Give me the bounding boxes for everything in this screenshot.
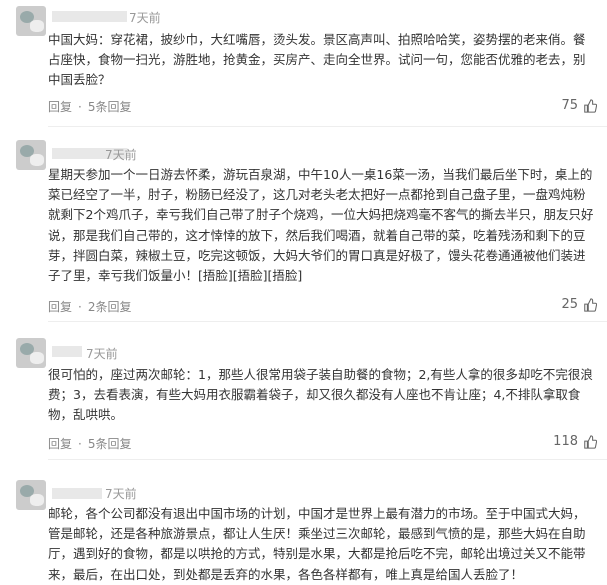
divider [48, 126, 607, 127]
avatar[interactable] [16, 140, 46, 170]
comment-text-line: 中国大妈：穿花裙，披纱巾，大红嘴唇，烫头发。景区高声叫、拍照哈哈笑，姿势摆的老来… [48, 32, 586, 47]
thumbs-up-icon [584, 98, 597, 113]
comment-text-line: 星期天参加一个一日游去怀柔，游玩百泉湖，中午10人一桌16菜一汤，当我们最后坐下… [48, 167, 593, 182]
comment-text: 很可怕的，座过两次邮轮：1，那些人很常用袋子装自助餐的食物；2,有些人拿的很多却… [48, 365, 607, 426]
comment-item: 7天前 星期天参加一个一日游去怀柔，游玩百泉湖，中午10人一桌16菜一汤，当我们… [0, 128, 607, 322]
comment-text-line: 厅，遇到好的食物，都是以哄抢的方式，特别是水果，大都是抢后吃不完，邮轮出境过关又… [48, 546, 586, 562]
comment-text-line: 邮轮，各个公司都没有退出中国市场的计划，中国才是世界上最有潜力的市场。至于中国式… [48, 506, 586, 521]
avatar[interactable] [16, 338, 46, 368]
comment-text-line: 费；3，去看表演，有些大妈用衣服霸着袋子，却又很久都没有人座也不肯让座；4,不排… [48, 387, 581, 403]
comment-time: 7天前 [105, 148, 137, 162]
avatar[interactable] [16, 6, 46, 36]
username-blurred[interactable] [52, 346, 82, 357]
comment-item: 7天前 很可怕的，座过两次邮轮：1，那些人很常用袋子装自助餐的食物；2,有些人拿… [0, 322, 607, 460]
comment-text-line: 占座快，食物一扫光，游胜地，抢黄金，买房产、走向全世界。试问一句，您能否优雅的老… [48, 52, 586, 68]
comment-text: 邮轮，各个公司都没有退出中国市场的计划，中国才是世界上最有潜力的市场。至于中国式… [48, 504, 607, 585]
reply-button[interactable]: 回复 [48, 435, 72, 452]
comment-text-line: 物，乱哄哄。 [48, 407, 124, 423]
comment-time: 7天前 [129, 11, 161, 25]
username-blurred[interactable] [52, 488, 102, 499]
like-count: 25 [561, 297, 578, 312]
thumbs-up-icon [584, 297, 597, 312]
thumbs-up-icon [584, 434, 597, 449]
comment-text: 星期天参加一个一日游去怀柔，游玩百泉湖，中午10人一桌16菜一汤，当我们最后坐下… [48, 165, 607, 286]
username-blurred[interactable] [52, 11, 127, 22]
like-button[interactable]: 118 [553, 434, 597, 449]
reply-button[interactable]: 回复 [48, 298, 72, 315]
comment-text-line: 就剩下2个鸡爪子，幸亏我们自己带了肘子个烧鸡，一位大妈把烧鸡毫不客气的撕去半只，… [48, 207, 594, 223]
comment-time: 7天前 [105, 487, 137, 501]
separator: · [78, 299, 82, 314]
comment-text-line: 中国丢脸？ [48, 72, 111, 88]
comment-text-line: 很可怕的，座过两次邮轮：1，那些人很常用袋子装自助餐的食物；2,有些人拿的很多却… [48, 367, 593, 382]
comment-time: 7天前 [86, 347, 118, 361]
like-button[interactable]: 25 [561, 297, 597, 312]
comment-text: 中国大妈：穿花裙，披纱巾，大红嘴唇，烫头发。景区高声叫、拍照哈哈笑，姿势摆的老来… [48, 30, 607, 91]
like-count: 75 [561, 98, 578, 113]
view-replies-link[interactable]: 5条回复 [88, 98, 132, 115]
comment-text-line: 管是邮轮，还是各种旅游景点，都让人生厌！乘坐过三次邮轮，最感到气愤的是，那些大妈… [48, 526, 586, 542]
comment-item: 7天前 中国大妈：穿花裙，披纱巾，大红嘴唇，烫头发。景区高声叫、拍照哈哈笑，姿势… [0, 0, 607, 128]
comment-item: 7天前 邮轮，各个公司都没有退出中国市场的计划，中国才是世界上最有潜力的市场。至… [0, 460, 607, 582]
comment-text-line: 子了里，幸亏我们饭量小！[捂脸][捂脸][捂脸] [48, 267, 303, 283]
separator: · [78, 99, 82, 114]
comment-text-line: 菜已经空了一半，肘子，粉肠已经没了，这几对老头老太把好一点都抢到自己盘子里，一盘… [48, 187, 586, 203]
view-replies-link[interactable]: 5条回复 [88, 435, 132, 452]
view-replies-link[interactable]: 2条回复 [88, 298, 132, 315]
separator: · [78, 436, 82, 451]
comment-text-line: 说，那是我们自己带的，这才悻悻的放下，然后我们喝酒，就着自己带的菜，吃着残汤和剩… [48, 227, 586, 243]
like-button[interactable]: 75 [561, 98, 597, 113]
avatar[interactable] [16, 480, 46, 510]
comment-text-line: 芽，拌圆白菜，辣椒土豆，吃完这顿饭，大妈大爷们的胃口真是好极了，馒头花卷通通被他… [48, 247, 586, 263]
like-count: 118 [553, 434, 578, 449]
reply-button[interactable]: 回复 [48, 98, 72, 115]
